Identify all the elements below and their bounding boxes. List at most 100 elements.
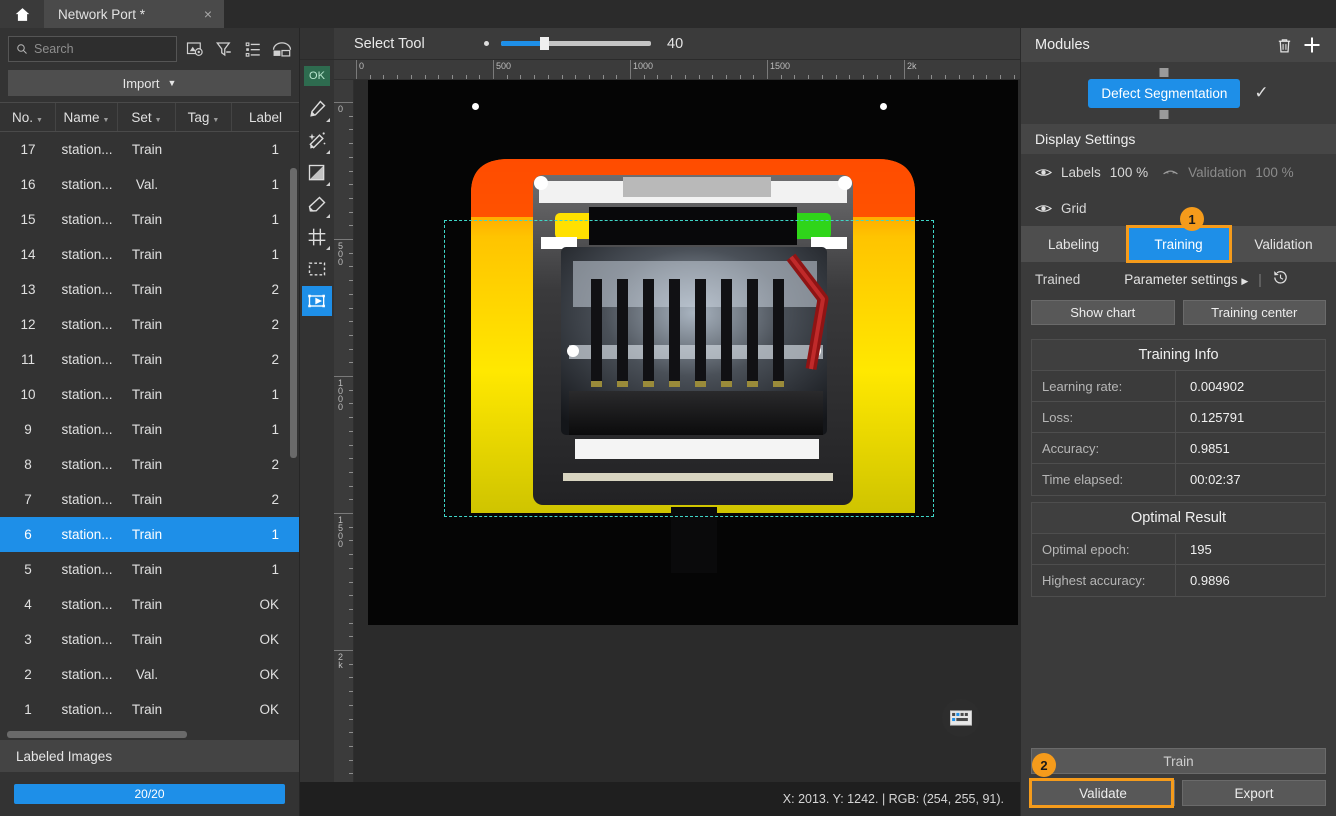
cell-label: 1 (271, 422, 279, 437)
marquee-select-tool-button[interactable] (302, 254, 332, 284)
cell-label: 1 (271, 387, 279, 402)
filter-icon[interactable] (213, 38, 235, 60)
ruler-tick (349, 389, 353, 391)
parameter-settings-link[interactable]: Parameter settings ▶ (1124, 272, 1248, 287)
image-settings-icon[interactable] (184, 38, 206, 60)
table-row[interactable]: 5 station... Train 1 (0, 552, 299, 587)
cell-name: station... (61, 177, 113, 192)
export-button[interactable]: Export (1182, 780, 1326, 806)
cell-label: 2 (271, 317, 279, 332)
scrollbar-thumb[interactable] (7, 731, 187, 738)
column-header-name[interactable]: Name ▼ (56, 103, 118, 131)
sidebar-vertical-scrollbar[interactable] (290, 132, 297, 602)
sample-image[interactable] (368, 80, 1018, 625)
table-row[interactable]: 17 station... Train 1 (0, 132, 299, 167)
tool-expand-corner[interactable] (326, 214, 330, 218)
slider-knob[interactable] (540, 37, 549, 50)
table-row[interactable]: 3 station... Train OK (0, 622, 299, 657)
grid-tool-button[interactable] (302, 222, 332, 252)
table-row[interactable]: 14 station... Train 1 (0, 237, 299, 272)
table-row[interactable]: 10 station... Train 1 (0, 377, 299, 412)
table-row[interactable]: 2 station... Val. OK (0, 657, 299, 692)
home-button[interactable] (0, 0, 44, 28)
labels-opacity-value[interactable]: 100 % (1110, 165, 1148, 180)
labels-toggle-label[interactable]: Labels (1061, 165, 1101, 180)
validate-button[interactable]: Validate (1031, 780, 1175, 806)
ruler-tick (712, 75, 714, 79)
tab-validation[interactable]: Validation (1231, 226, 1336, 262)
import-button[interactable]: Import ▼ (8, 70, 291, 96)
column-label: Label (248, 109, 283, 125)
node-output-port[interactable] (1159, 109, 1169, 119)
layout-view-icon[interactable] (271, 38, 293, 60)
cell-name: station... (61, 422, 113, 437)
show-chart-button[interactable]: Show chart (1031, 300, 1175, 325)
column-header-tag[interactable]: Tag ▼ (176, 103, 232, 131)
column-header-no[interactable]: No. ▼ (0, 103, 56, 131)
grid-toggle-label[interactable]: Grid (1061, 201, 1087, 216)
training-center-button[interactable]: Training center (1182, 300, 1326, 325)
cell-name: station... (61, 142, 113, 157)
move-select-tool-button[interactable] (302, 286, 332, 316)
tab-labeling[interactable]: Labeling (1021, 226, 1126, 262)
search-input[interactable]: Search (8, 36, 177, 62)
list-view-icon[interactable] (242, 38, 264, 60)
node-input-port[interactable] (1159, 67, 1169, 77)
close-icon[interactable]: × (200, 6, 216, 22)
column-header-set[interactable]: Set ▼ (118, 103, 176, 131)
history-icon[interactable] (1272, 269, 1289, 289)
table-row[interactable]: 13 station... Train 2 (0, 272, 299, 307)
keyboard-shortcuts-button[interactable] (942, 699, 980, 737)
tool-expand-corner[interactable] (326, 182, 330, 186)
column-header-label[interactable]: Label (232, 103, 299, 131)
ruler-tick (349, 129, 353, 131)
ruler-tick (520, 75, 522, 79)
table-row[interactable]: 9 station... Train 1 (0, 412, 299, 447)
document-tab-network-port[interactable]: Network Port * × (44, 0, 224, 28)
trash-icon[interactable] (1270, 31, 1298, 59)
table-row[interactable]: 4 station... Train OK (0, 587, 299, 622)
eye-icon[interactable] (1035, 200, 1052, 217)
module-graph-area[interactable]: Defect Segmentation ✓ (1021, 62, 1336, 124)
table-row[interactable]: 7 station... Train 2 (0, 482, 299, 517)
plus-icon[interactable] (1298, 31, 1326, 59)
gradient-fill-tool-button[interactable] (302, 158, 332, 188)
cell-label: 1 (271, 247, 279, 262)
scrollbar-thumb[interactable] (290, 168, 297, 458)
module-node-defect-segmentation[interactable]: Defect Segmentation (1088, 67, 1241, 119)
selection-handle[interactable] (880, 103, 887, 110)
search-placeholder: Search (34, 42, 74, 56)
validation-toggle-label[interactable]: Validation (1188, 165, 1246, 180)
brush-size-slider[interactable] (501, 37, 651, 50)
cell-set: Train (131, 527, 163, 542)
tab-training[interactable]: Training (1126, 226, 1231, 262)
image-canvas[interactable] (354, 80, 1020, 782)
sidebar-horizontal-scrollbar[interactable] (0, 730, 299, 740)
cell-set: Val. (135, 177, 159, 192)
table-row[interactable]: 11 station... Train 2 (0, 342, 299, 377)
magic-wand-tool-button[interactable] (302, 126, 332, 156)
cell-name: station... (61, 387, 113, 402)
cell-tag (176, 552, 232, 587)
cell-name: station... (61, 492, 113, 507)
tool-expand-corner[interactable] (326, 246, 330, 250)
tool-expand-corner[interactable] (326, 150, 330, 154)
eraser-tool-button[interactable] (302, 190, 332, 220)
table-row[interactable]: 15 station... Train 1 (0, 202, 299, 237)
table-row[interactable]: 6 station... Train 1 (0, 517, 299, 552)
brush-tool-button[interactable] (302, 94, 332, 124)
ruler-tick (808, 75, 810, 79)
cell-no: 3 (24, 632, 32, 647)
validation-opacity-value[interactable]: 100 % (1255, 165, 1293, 180)
table-row[interactable]: 1 station... Train OK (0, 692, 299, 727)
train-button[interactable]: Train (1031, 748, 1326, 774)
table-row[interactable]: 12 station... Train 2 (0, 307, 299, 342)
table-row[interactable]: 16 station... Val. 1 (0, 167, 299, 202)
selection-handle[interactable] (472, 103, 479, 110)
eye-off-icon[interactable] (1162, 164, 1179, 181)
tool-expand-corner[interactable] (326, 118, 330, 122)
ruler-tick (349, 430, 353, 432)
eye-icon[interactable] (1035, 164, 1052, 181)
table-row[interactable]: 8 station... Train 2 (0, 447, 299, 482)
ruler-tick (349, 773, 353, 775)
